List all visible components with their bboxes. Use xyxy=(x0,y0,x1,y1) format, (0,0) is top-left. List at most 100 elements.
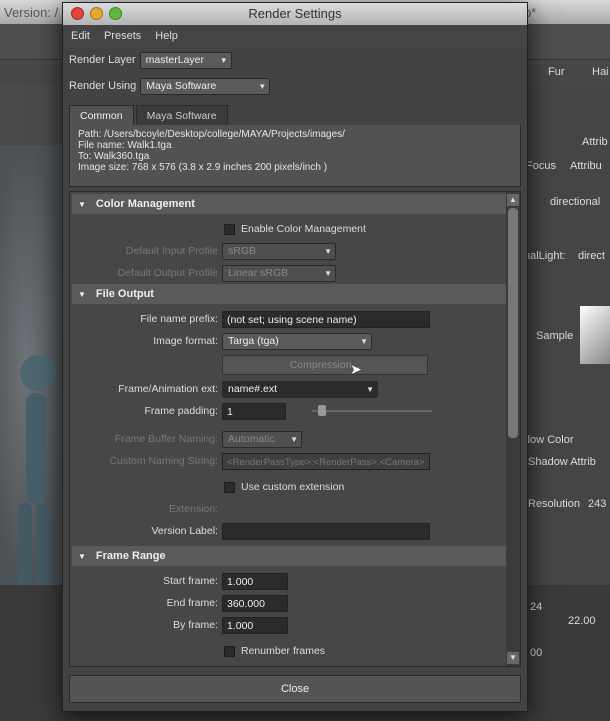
by-frame-row: By frame: 1.000 xyxy=(72,614,506,636)
shadow-attributes-section[interactable]: Shadow Attrib xyxy=(528,456,596,468)
end-frame-row: End frame: 360.000 xyxy=(72,592,506,614)
compression-button[interactable]: Compression... xyxy=(222,355,428,375)
render-layer-dropdown[interactable]: masterLayer ▼ xyxy=(139,51,232,69)
close-window-icon[interactable] xyxy=(71,7,84,20)
prefix-row: File name prefix: (not set; using scene … xyxy=(72,308,506,330)
light-sample-swatch xyxy=(580,306,610,364)
start-frame-input[interactable]: 1.000 xyxy=(222,572,288,590)
compression-row: Compression... xyxy=(72,352,506,378)
frame-padding-row: Frame padding: 1 xyxy=(72,400,506,422)
light-name-field[interactable]: direct xyxy=(578,250,605,262)
to-text: To: Walk360.tga xyxy=(78,151,150,162)
mouse-cursor-icon: ➤ xyxy=(350,361,362,377)
scroll-down-icon[interactable]: ▼ xyxy=(507,652,519,664)
frame-padding-slider-track[interactable] xyxy=(312,410,432,412)
section-title: Frame Range xyxy=(95,550,166,562)
zoom-window-icon[interactable] xyxy=(109,7,122,20)
directional-tab[interactable]: directional xyxy=(550,196,600,208)
focus-button[interactable]: Focus xyxy=(526,160,556,172)
render-layer-row: Render Layer masterLayer ▼ xyxy=(63,47,527,73)
scroll-up-icon[interactable]: ▲ xyxy=(507,194,519,206)
section-frame-range[interactable]: ▼ Frame Range xyxy=(72,546,506,566)
renumber-frames-row: Renumber frames xyxy=(72,640,506,662)
tab-bar: Common Maya Software xyxy=(63,105,527,125)
settings-content: ▼ Color Management Enable Color Manageme… xyxy=(72,194,506,662)
resolution-field[interactable]: 243 xyxy=(588,498,606,510)
menu-help[interactable]: Help xyxy=(155,30,178,42)
vertical-scrollbar[interactable]: ▲ ▼ xyxy=(506,192,520,666)
enable-color-management-checkbox[interactable] xyxy=(224,223,235,235)
custom-naming-input[interactable]: <RenderPassType>:<RenderPass>.<Camera> xyxy=(222,452,430,470)
window-title: Render Settings xyxy=(248,6,342,21)
collapse-arrow-icon: ▼ xyxy=(78,551,86,561)
collapse-arrow-icon: ▼ xyxy=(78,199,86,209)
custom-naming-row: Custom Naming String: <RenderPassType>:<… xyxy=(72,450,506,472)
viewport-panel[interactable] xyxy=(0,145,66,585)
frame-padding-slider-handle[interactable] xyxy=(318,405,326,416)
section-title: File Output xyxy=(95,288,154,300)
resolution-label: Resolution xyxy=(528,498,580,510)
hair-tab[interactable]: Hai xyxy=(592,66,609,78)
enable-color-management-label: Enable Color Management xyxy=(241,223,366,235)
sample-label: Sample xyxy=(536,330,574,342)
menubar: Edit Presets Help xyxy=(63,25,527,47)
renumber-frames-checkbox[interactable] xyxy=(224,645,235,657)
frame-buffer-dropdown[interactable]: Automatic ▼ xyxy=(222,430,302,448)
file-name-text: File name: Walk1.tga xyxy=(78,140,172,151)
output-info-panel: Path: /Users/bcoyle/Desktop/college/MAYA… xyxy=(69,125,521,187)
light-name-label: nalLight: xyxy=(524,250,566,262)
tab-maya-software[interactable]: Maya Software xyxy=(135,105,228,125)
image-format-label: Image format: xyxy=(153,335,218,347)
frame-padding-label: Frame padding: xyxy=(144,405,218,417)
use-custom-ext-checkbox[interactable] xyxy=(224,481,235,493)
dropdown-arrow-icon: ▼ xyxy=(258,81,267,91)
extension-label: Extension: xyxy=(168,503,218,515)
image-format-dropdown[interactable]: Targa (tga) ▼ xyxy=(222,332,372,350)
frame-padding-input[interactable]: 1 xyxy=(222,402,286,420)
scrollbar-thumb[interactable] xyxy=(508,208,518,438)
frame-ext-dropdown[interactable]: name#.ext ▼ xyxy=(222,380,378,398)
dropdown-arrow-icon: ▼ xyxy=(324,268,332,278)
output-profile-row: Default Output Profile Linear sRGB ▼ xyxy=(72,262,506,284)
output-profile-dropdown[interactable]: Linear sRGB ▼ xyxy=(222,264,336,282)
frame-ext-row: Frame/Animation ext: name#.ext ▼ xyxy=(72,378,506,400)
frame-ext-value: name#.ext xyxy=(228,382,278,395)
dropdown-arrow-icon: ▼ xyxy=(366,384,374,394)
menu-edit[interactable]: Edit xyxy=(71,30,90,42)
version-label-input[interactable] xyxy=(222,522,430,540)
menu-presets[interactable]: Presets xyxy=(104,30,141,42)
render-layer-label: Render Layer xyxy=(69,54,136,66)
by-frame-input[interactable]: 1.000 xyxy=(222,616,288,634)
renumber-frames-label: Renumber frames xyxy=(241,645,326,657)
input-profile-value: sRGB xyxy=(228,244,257,257)
minimize-window-icon[interactable] xyxy=(90,7,103,20)
tab-common[interactable]: Common xyxy=(69,105,134,125)
prefix-input[interactable]: (not set; using scene name) xyxy=(222,310,430,328)
dropdown-arrow-icon: ▼ xyxy=(290,434,298,444)
version-label-row: Version Label: xyxy=(72,520,506,542)
range-field[interactable]: 00 xyxy=(530,647,542,659)
end-frame-input[interactable]: 360.000 xyxy=(222,594,288,612)
section-color-management[interactable]: ▼ Color Management xyxy=(72,194,506,214)
frame-buffer-value: Automatic xyxy=(228,432,275,445)
time-field[interactable]: 22.00 xyxy=(568,615,596,627)
render-layer-value: masterLayer xyxy=(145,53,205,66)
image-size-text: Image size: 768 x 576 (3.8 x 2.9 inches … xyxy=(78,162,328,173)
use-custom-ext-row: Use custom extension xyxy=(72,476,506,498)
attributes-button[interactable]: Attribu xyxy=(570,160,602,172)
render-using-row: Render Using Maya Software ▼ xyxy=(63,73,527,99)
render-using-dropdown[interactable]: Maya Software ▼ xyxy=(140,77,271,95)
dropdown-arrow-icon: ▼ xyxy=(219,55,228,65)
image-format-row: Image format: Targa (tga) ▼ xyxy=(72,330,506,352)
attrib-label: Attrib xyxy=(582,136,608,148)
path-text: Path: /Users/bcoyle/Desktop/college/MAYA… xyxy=(78,129,345,140)
custom-naming-label: Custom Naming String: xyxy=(109,455,218,467)
close-button[interactable]: Close xyxy=(69,675,521,703)
section-file-output[interactable]: ▼ File Output xyxy=(72,284,506,304)
input-profile-dropdown[interactable]: sRGB ▼ xyxy=(222,242,336,260)
image-format-value: Targa (tga) xyxy=(228,334,279,347)
dropdown-arrow-icon: ▼ xyxy=(360,336,368,346)
window-titlebar: Render Settings xyxy=(63,3,527,25)
fur-tab[interactable]: Fur xyxy=(548,66,565,78)
settings-scroll-area[interactable]: ▼ Color Management Enable Color Manageme… xyxy=(69,191,521,667)
